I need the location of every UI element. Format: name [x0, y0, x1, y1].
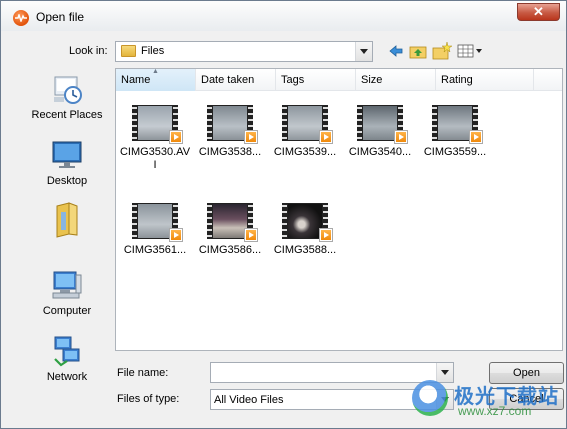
video-thumbnail-icon: [282, 105, 333, 144]
file-list[interactable]: ▲ Name Date taken Tags Size Rating CIMG3…: [115, 68, 563, 351]
place-recent-places[interactable]: Recent Places: [19, 73, 115, 121]
place-computer[interactable]: Computer: [19, 269, 115, 317]
file-name-label: CIMG3561...: [123, 244, 187, 256]
file-name-label: CIMG3559...: [423, 146, 487, 158]
window-title: Open file: [36, 10, 85, 24]
video-thumbnail-icon: [357, 105, 408, 144]
file-item[interactable]: CIMG3530.AVI: [119, 105, 191, 172]
file-item[interactable]: CIMG3588...: [269, 203, 341, 257]
file-item[interactable]: CIMG3538...: [194, 105, 266, 159]
folder-icon: [121, 45, 136, 57]
user-folder-icon: [51, 202, 83, 238]
watermark-logo-icon: [412, 380, 448, 416]
video-thumbnail-icon: [207, 203, 258, 242]
file-name-label: CIMG3538...: [198, 146, 262, 158]
file-item[interactable]: CIMG3539...: [269, 105, 341, 159]
place-label: Recent Places: [31, 109, 103, 121]
watermark: 极光下载站 www.xz7.com: [412, 376, 567, 424]
places-bar: Recent Places Desktop Computer Network: [19, 67, 115, 407]
file-type-value: All Video Files: [214, 394, 284, 406]
play-badge-icon: [169, 228, 183, 242]
back-arrow-icon: [389, 45, 403, 57]
back-button[interactable]: [387, 41, 405, 61]
file-name-label: CIMG3586...: [198, 244, 262, 256]
look-in-combo[interactable]: Files: [115, 41, 373, 62]
column-headers: ▲ Name Date taken Tags Size Rating: [116, 68, 562, 91]
video-thumbnail-icon: [132, 105, 183, 144]
sort-up-icon: ▲: [152, 68, 159, 75]
video-thumbnail-icon: [207, 105, 258, 144]
file-name-label: CIMG3530.AVI: [119, 146, 191, 171]
title-bar[interactable]: Open file ✕: [1, 1, 566, 31]
play-badge-icon: [319, 130, 333, 144]
new-folder-icon: [432, 41, 453, 60]
view-menu-button[interactable]: [457, 41, 485, 61]
column-header-date-taken[interactable]: Date taken: [196, 69, 276, 91]
network-icon: [51, 335, 83, 367]
column-header-tags[interactable]: Tags: [276, 69, 356, 91]
column-header-size[interactable]: Size: [356, 69, 436, 91]
look-in-value: Files: [141, 45, 165, 57]
play-badge-icon: [319, 228, 333, 242]
place-label: Computer: [42, 305, 92, 317]
up-folder-icon: [409, 46, 427, 59]
file-name-label: CIMG3540...: [348, 146, 412, 158]
computer-icon: [51, 269, 83, 301]
place-desktop[interactable]: Desktop: [19, 139, 115, 187]
file-item[interactable]: CIMG3561...: [119, 203, 191, 257]
play-badge-icon: [244, 228, 258, 242]
look-in-label: Look in:: [69, 45, 108, 57]
place-label: Desktop: [46, 175, 88, 187]
chevron-down-icon[interactable]: [355, 42, 372, 61]
column-header-rating[interactable]: Rating: [436, 69, 534, 91]
column-label: Name: [121, 74, 151, 86]
file-name-label: CIMG3539...: [273, 146, 337, 158]
play-badge-icon: [169, 130, 183, 144]
file-item[interactable]: CIMG3559...: [419, 105, 491, 159]
place-user-folder[interactable]: [19, 202, 115, 238]
place-network[interactable]: Network: [19, 335, 115, 383]
close-button[interactable]: ✕: [517, 3, 560, 21]
video-thumbnail-icon: [282, 203, 333, 242]
up-folder-button[interactable]: [409, 41, 427, 61]
toolbar: [387, 41, 487, 61]
file-name-label: CIMG3588...: [273, 244, 337, 256]
file-item[interactable]: CIMG3540...: [344, 105, 416, 159]
play-badge-icon: [469, 130, 483, 144]
place-label: Network: [46, 371, 88, 383]
video-thumbnail-icon: [132, 203, 183, 242]
recent-places-icon: [51, 73, 83, 105]
play-badge-icon: [394, 130, 408, 144]
file-item[interactable]: CIMG3586...: [194, 203, 266, 257]
video-thumbnail-icon: [432, 105, 483, 144]
file-name-label-text: File name:: [117, 367, 169, 379]
open-file-dialog: Open file ✕ Look in: Files Recent Places…: [0, 0, 567, 429]
app-icon: [13, 10, 29, 26]
desktop-icon: [51, 139, 83, 171]
watermark-url: www.xz7.com: [458, 404, 532, 418]
play-badge-icon: [244, 130, 258, 144]
file-type-label: Files of type:: [117, 393, 180, 405]
new-folder-button[interactable]: [432, 41, 453, 61]
column-header-name[interactable]: ▲ Name: [116, 68, 196, 91]
view-grid-icon: [457, 44, 482, 58]
